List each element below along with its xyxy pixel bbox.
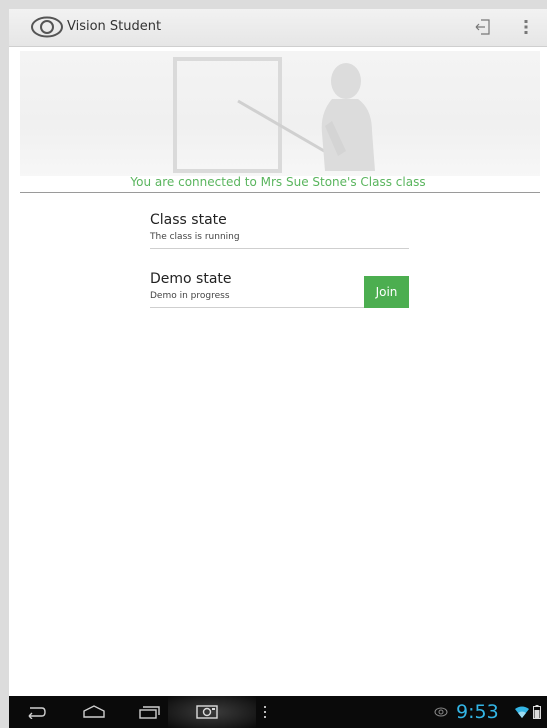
demo-state-subtitle: Demo in progress xyxy=(150,291,230,301)
back-button[interactable] xyxy=(21,696,51,728)
system-navigation-bar: 9:53 xyxy=(9,696,547,728)
demo-state-title: Demo state xyxy=(150,271,232,287)
recent-apps-icon xyxy=(139,706,160,719)
class-state-subtitle: The class is running xyxy=(150,232,240,242)
teacher-illustration xyxy=(173,57,375,173)
logout-icon[interactable] xyxy=(473,17,493,37)
home-button[interactable] xyxy=(79,696,109,728)
menu-button[interactable] xyxy=(259,696,271,728)
eye-logo-icon xyxy=(31,16,63,38)
menu-dots-icon xyxy=(264,706,266,718)
camera-icon xyxy=(196,705,218,719)
screenshot-button[interactable] xyxy=(192,696,222,728)
class-state-item: Class state The class is running xyxy=(150,212,409,249)
wifi-icon xyxy=(515,706,529,718)
join-demo-button[interactable]: Join xyxy=(364,276,409,308)
device-screen: Vision Student You are connected to Mrs … xyxy=(9,9,547,728)
back-icon xyxy=(28,707,46,719)
battery-icon xyxy=(533,705,541,719)
status-clock: 9:53 xyxy=(456,701,499,723)
overflow-menu-icon[interactable] xyxy=(522,17,530,37)
app-title: Vision Student xyxy=(67,19,162,34)
class-state-title: Class state xyxy=(150,212,227,228)
connection-status-message: You are connected to Mrs Sue Stone's Cla… xyxy=(130,175,426,189)
eye-status-icon xyxy=(434,707,448,717)
recent-apps-button[interactable] xyxy=(135,696,165,728)
home-icon xyxy=(83,705,105,718)
classroom-banner xyxy=(20,51,540,176)
divider xyxy=(20,192,540,193)
demo-state-item: Demo state Demo in progress Join xyxy=(150,271,409,308)
action-bar: Vision Student xyxy=(9,9,547,47)
